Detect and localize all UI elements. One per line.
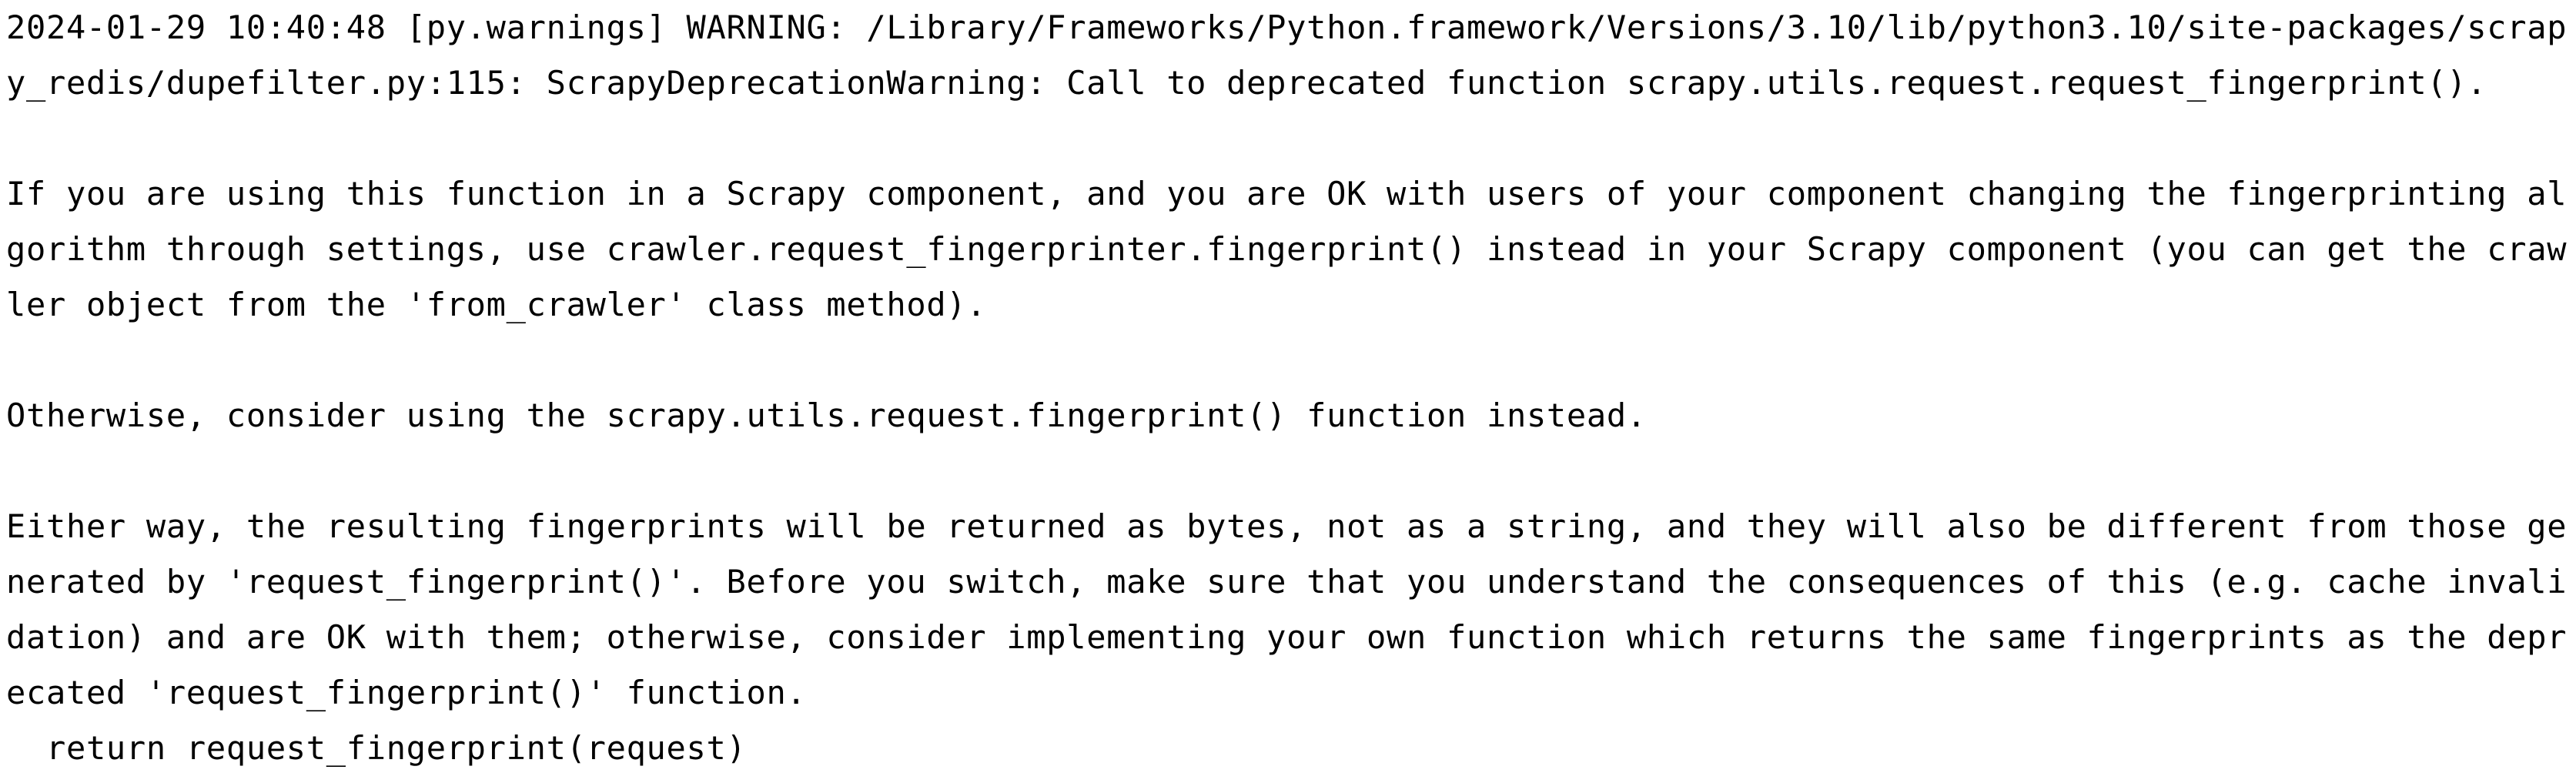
log-line-otherwise: Otherwise, consider using the scrapy.uti… [6,397,1647,434]
log-line-either-way-3: dation) and are OK with them; otherwise,… [6,618,2568,656]
log-line-warning-message: y_redis/dupefilter.py:115: ScrapyDepreca… [6,64,2487,102]
log-line-source-code: return request_fingerprint(request) [6,729,747,767]
log-line-either-way-2: nerated by 'request_fingerprint()'. Befo… [6,563,2568,601]
log-line-either-way-4: ecated 'request_fingerprint()' function. [6,674,807,711]
log-line-either-way-1: Either way, the resulting fingerprints w… [6,507,2568,545]
log-line-warning-header: 2024-01-29 10:40:48 [py.warnings] WARNIN… [6,8,2568,46]
log-line-blank [6,111,2576,166]
log-line-blank [6,443,2576,499]
log-line-blank [6,333,2576,388]
terminal-output: 2024-01-29 10:40:48 [py.warnings] WARNIN… [0,0,2576,773]
log-line-advice-1: If you are using this function in a Scra… [6,175,2568,212]
log-line-advice-2: gorithm through settings, use crawler.re… [6,230,2568,268]
log-line-advice-3: ler object from the 'from_crawler' class… [6,286,987,323]
